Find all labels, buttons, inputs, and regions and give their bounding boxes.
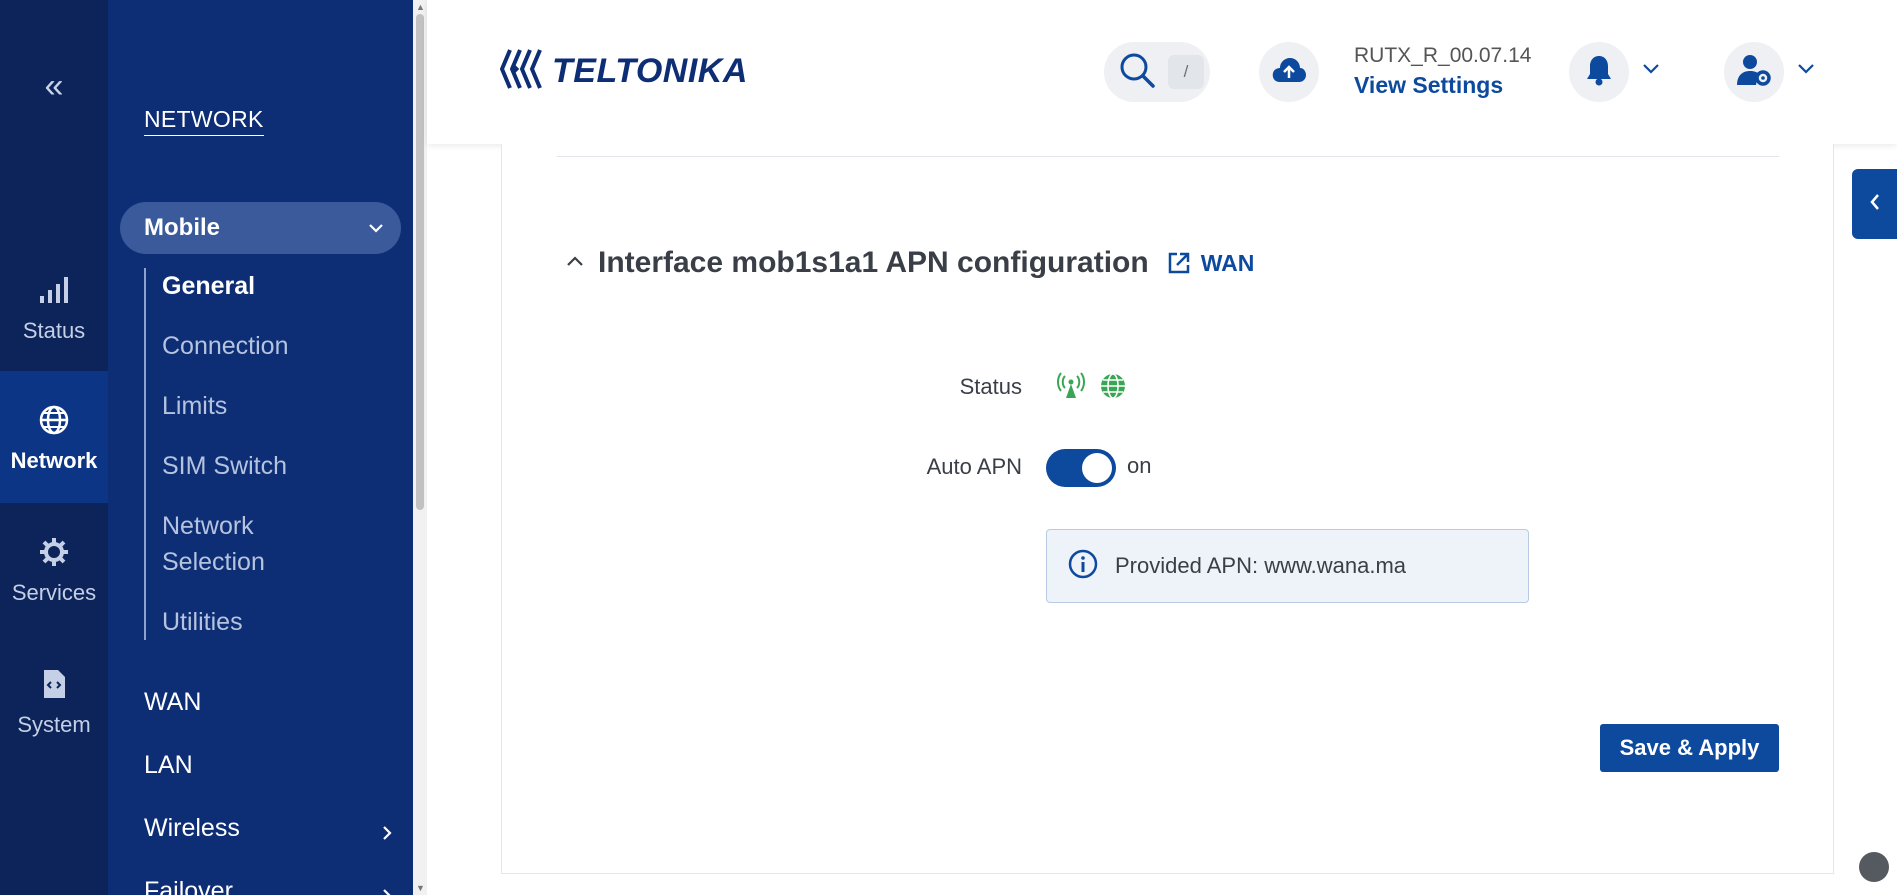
chevron-right-icon — [380, 820, 394, 849]
chevron-down-icon — [367, 216, 385, 244]
menu-item-lan[interactable]: LAN — [144, 751, 394, 780]
top-header: TELTONIKA / RUTX_R_00.07.14 View Setting… — [427, 0, 1897, 144]
section-header: Interface mob1s1a1 APN configuration WAN — [566, 246, 1254, 280]
collapse-sidebar-button[interactable]: « — [0, 58, 108, 114]
notifications-button[interactable] — [1569, 42, 1629, 102]
search-shortcut-key: / — [1168, 55, 1204, 89]
scroll-down-arrow-icon[interactable]: ▼ — [416, 883, 425, 893]
save-apply-button[interactable]: Save & Apply — [1600, 724, 1779, 772]
floating-status-dot — [1859, 852, 1889, 882]
icon-rail: « Status Network Services System — [0, 0, 108, 895]
file-code-icon — [42, 664, 66, 704]
section-title: Interface mob1s1a1 APN configuration — [598, 246, 1149, 279]
rail-item-network[interactable]: Network — [0, 371, 108, 503]
rail-item-label: Services — [11, 580, 97, 605]
info-icon — [1067, 548, 1099, 585]
search-button[interactable]: / — [1104, 42, 1210, 102]
rail-item-status[interactable]: Status — [0, 241, 108, 373]
apn-config-card: Interface mob1s1a1 APN configuration WAN… — [501, 144, 1834, 874]
rail-item-label: Status — [22, 318, 86, 343]
auto-apn-toggle[interactable] — [1046, 449, 1116, 487]
sidebar-menu: NETWORK Mobile General Connection Limits… — [108, 0, 413, 895]
chevron-right-icon — [380, 883, 394, 895]
logo-text: TELTONIKA — [552, 52, 748, 90]
bell-icon — [1585, 54, 1613, 91]
menu-item-label: Failover — [144, 877, 233, 895]
logo-mark-icon — [499, 46, 546, 97]
collapse-section-chevron-up-icon[interactable] — [566, 254, 584, 273]
mobile-submenu: General Connection Limits SIM Switch Net… — [144, 268, 346, 640]
menu-item-wireless[interactable]: Wireless — [144, 814, 394, 843]
double-chevron-left-icon: « — [44, 66, 64, 105]
notifications-chevron-down-icon[interactable] — [1641, 62, 1661, 81]
firmware-version: RUTX_R_00.07.14 — [1354, 44, 1532, 67]
menu-group-label: Mobile — [144, 214, 220, 241]
view-settings-link[interactable]: View Settings — [1354, 72, 1531, 99]
auto-apn-label: Auto APN — [926, 454, 1022, 479]
rail-item-label: Network — [10, 448, 98, 473]
search-icon — [1118, 51, 1156, 94]
menu-item-wan[interactable]: WAN — [144, 688, 394, 717]
cloud-upload-icon — [1271, 56, 1307, 89]
expand-side-panel-button[interactable] — [1852, 169, 1897, 239]
teltonika-logo[interactable]: TELTONIKA — [499, 46, 748, 97]
menu-item-failover[interactable]: Failover — [144, 877, 394, 895]
provided-apn-text: Provided APN: www.wana.ma — [1115, 553, 1407, 578]
antenna-signal-icon — [1057, 372, 1085, 405]
user-menu-chevron-down-icon[interactable] — [1796, 62, 1816, 81]
submenu-item-utilities[interactable]: Utilities — [146, 604, 346, 640]
globe-icon — [39, 400, 69, 440]
wan-link[interactable]: WAN — [1167, 249, 1255, 277]
divider — [557, 156, 1779, 157]
app-window: « Status Network Services System NETWORK… — [0, 0, 1897, 895]
submenu-item-limits[interactable]: Limits — [146, 388, 346, 424]
user-menu-button[interactable] — [1724, 42, 1784, 102]
submenu-item-general[interactable]: General — [146, 268, 346, 304]
chevron-left-icon — [1868, 192, 1882, 217]
rail-item-services[interactable]: Services — [0, 503, 108, 635]
menu-item-label: Wireless — [144, 814, 240, 842]
provided-apn-info: Provided APN: www.wana.ma — [1046, 529, 1529, 603]
globe-connected-icon — [1099, 372, 1127, 405]
rail-item-label: System — [17, 712, 91, 737]
scrollbar-thumb[interactable] — [416, 14, 424, 510]
sidebar-scrollbar[interactable]: ▲ ▼ — [413, 0, 427, 895]
toggle-knob — [1082, 453, 1112, 483]
firmware-update-button[interactable] — [1259, 42, 1319, 102]
external-link-icon — [1168, 252, 1189, 274]
gear-icon — [39, 532, 69, 572]
user-settings-icon — [1736, 53, 1772, 92]
submenu-item-network-selection[interactable]: Network Selection — [146, 508, 346, 580]
menu-item-label: WAN — [144, 688, 202, 716]
submenu-item-connection[interactable]: Connection — [146, 328, 346, 364]
rail-item-system[interactable]: System — [0, 635, 108, 767]
scroll-up-arrow-icon[interactable]: ▲ — [416, 2, 425, 12]
menu-section-title: NETWORK — [144, 106, 264, 136]
menu-group-mobile[interactable]: Mobile — [120, 202, 401, 254]
status-label: Status — [959, 374, 1022, 399]
status-indicators — [1057, 372, 1127, 405]
menu-item-label: LAN — [144, 751, 193, 779]
signal-bars-icon — [39, 270, 69, 310]
auto-apn-state: on — [1127, 453, 1152, 478]
firmware-info: RUTX_R_00.07.14 View Settings — [1354, 44, 1531, 99]
submenu-item-sim-switch[interactable]: SIM Switch — [146, 448, 346, 484]
wan-link-label: WAN — [1200, 249, 1255, 276]
